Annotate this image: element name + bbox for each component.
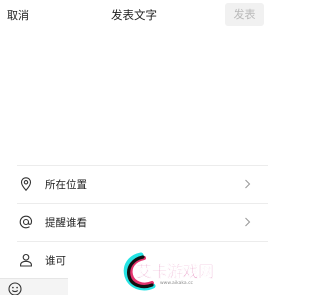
- divider: [17, 241, 268, 242]
- emoji-icon[interactable]: [8, 282, 22, 295]
- location-label: 所在位置: [45, 179, 87, 191]
- watermark-url: www.aikaka.cc: [160, 281, 194, 286]
- input-toolbar: [0, 278, 68, 295]
- publish-button[interactable]: 发表: [225, 3, 264, 26]
- text-compose-area[interactable]: [0, 30, 268, 165]
- chevron-right-icon: [245, 217, 251, 227]
- chevron-right-icon: [245, 179, 251, 189]
- divider: [17, 203, 268, 204]
- person-icon: [20, 253, 32, 267]
- location-row[interactable]: 所在位置: [17, 165, 268, 203]
- divider: [17, 165, 268, 166]
- location-pin-icon: [20, 177, 32, 192]
- navigation-bar: 取消 发表文字 发表: [0, 0, 268, 30]
- watermark: 艾卡游戏网 www.aikaka.cc: [120, 248, 222, 295]
- watermark-brand: 艾卡游戏网: [136, 262, 214, 281]
- who-can-see-label: 谁可: [45, 255, 66, 267]
- remind-who-row[interactable]: 提醒谁看: [17, 203, 268, 241]
- remind-who-label: 提醒谁看: [45, 217, 87, 229]
- at-sign-icon: [19, 215, 33, 229]
